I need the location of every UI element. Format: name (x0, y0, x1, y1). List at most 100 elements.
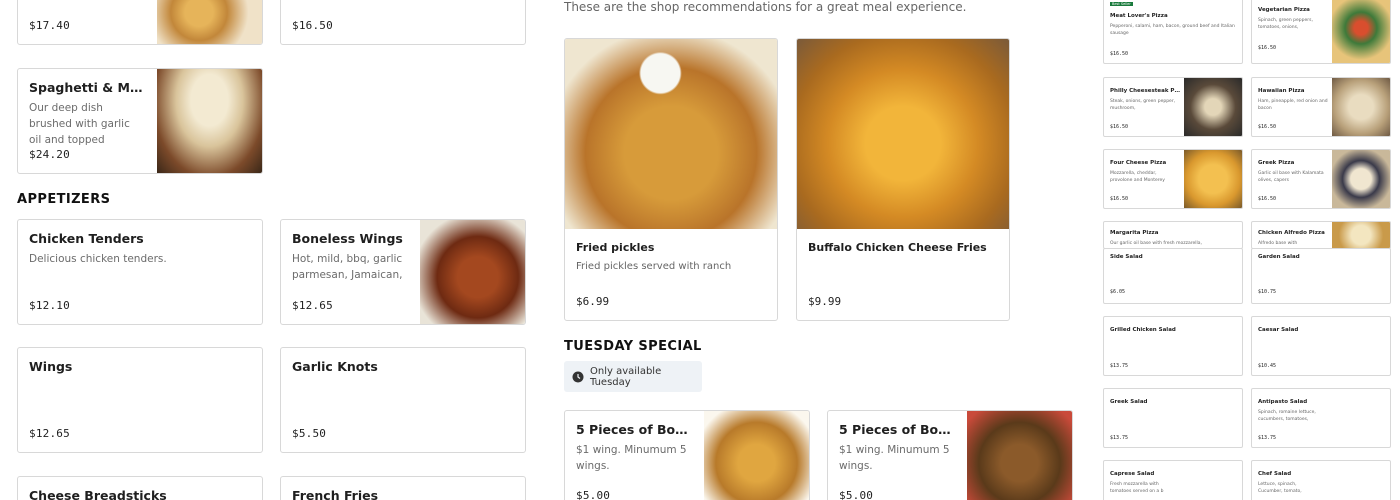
item-description: Mozzarella, cheddar, provolone and Monte… (1110, 171, 1165, 183)
item-title: Fried pickles (576, 241, 655, 254)
item-description: Our deep dish brushed with garlic oil an… (29, 102, 130, 146)
item-title: Grilled Chicken Salad (1110, 327, 1176, 333)
mini-item-card[interactable]: Caprese Salad Fresh mozzarella with toma… (1103, 460, 1243, 500)
menu-item-card[interactable]: Chicken Tenders Delicious chicken tender… (17, 219, 263, 325)
item-image (1332, 222, 1390, 248)
mini-item-card[interactable]: Caesar Salad $10.45 (1251, 316, 1391, 376)
item-image (1332, 0, 1390, 63)
item-title: Chicken Alfredo Pizza (1258, 230, 1325, 236)
mini-item-card[interactable]: Greek Salad $13.75 (1103, 388, 1243, 448)
recommendation-card[interactable]: Buffalo Chicken Cheese Fries $9.99 (796, 38, 1010, 321)
item-image (1184, 150, 1242, 208)
item-price: $16.50 (1110, 51, 1129, 57)
recommendation-card[interactable]: Fried pickles Fried pickles served with … (564, 38, 778, 321)
item-price: $17.40 (29, 19, 70, 32)
item-price: $12.65 (292, 299, 333, 312)
item-image (704, 411, 809, 500)
menu-item-card[interactable]: $16.50 (280, 0, 526, 45)
item-title: 5 Pieces of Bone In Wings (839, 422, 954, 437)
item-price: $6.99 (576, 295, 610, 308)
mini-item-card[interactable]: Hawaiian Pizza Ham, pineapple, red onion… (1251, 77, 1391, 137)
menu-item-card[interactable]: Garlic Knots $5.50 (280, 347, 526, 453)
item-description: Spinach, romaine lettuce, cucumbers, tom… (1258, 410, 1316, 422)
item-title: Four Cheese Pizza (1110, 160, 1167, 166)
item-title: Meat Lover's Pizza (1110, 13, 1168, 19)
item-image (1332, 78, 1390, 136)
item-image (967, 411, 1072, 500)
item-image (420, 220, 525, 324)
item-title: Chicken Tenders (29, 231, 144, 246)
item-title: Garlic Knots (292, 359, 378, 374)
menu-item-card[interactable]: $17.40 (17, 0, 263, 45)
mini-item-card[interactable]: Greek Pizza Garlic oil base with Kalamat… (1251, 149, 1391, 209)
clock-icon (572, 371, 584, 383)
best-seller-badge: Best Seller (1110, 2, 1133, 6)
item-price: $12.65 (29, 427, 70, 440)
item-image (1332, 150, 1390, 208)
item-image (157, 0, 262, 44)
item-description: Lettuce, spinach, Cucumber, tomato, (1258, 482, 1302, 494)
item-description: Garlic oil base with Kalamata olives, ca… (1258, 171, 1324, 183)
item-title: Greek Pizza (1258, 160, 1295, 166)
item-title: Side Salad (1110, 254, 1143, 260)
item-description: $1 wing. Minumum 5 wings. (576, 444, 687, 472)
mini-item-card[interactable]: Best Seller Meat Lover's Pizza Pepperoni… (1103, 0, 1243, 64)
item-price: $16.50 (292, 19, 333, 32)
item-description: Fresh mozzarella with tomatoes served on… (1110, 482, 1164, 494)
item-title: Wings (29, 359, 73, 374)
item-title: Spaghetti & Meatballs (29, 80, 144, 95)
item-title: Cheese Breadsticks (29, 488, 167, 500)
item-description: Delicious chicken tenders. (29, 253, 167, 265)
mini-item-card[interactable]: Side Salad $6.05 (1103, 248, 1243, 304)
item-title: Philly Cheesesteak Pizza (1110, 88, 1180, 94)
item-price: $12.10 (29, 299, 70, 312)
mini-item-card[interactable]: Four Cheese Pizza Mozzarella, cheddar, p… (1103, 149, 1243, 209)
item-price: $16.50 (1258, 45, 1277, 51)
availability-text: Only available Tuesday (590, 365, 662, 388)
item-title: Caprese Salad (1110, 471, 1155, 477)
item-price: $16.50 (1110, 196, 1129, 202)
item-price: $13.75 (1110, 363, 1129, 369)
item-title: Garden Salad (1258, 254, 1300, 260)
item-price: $16.50 (1258, 196, 1277, 202)
item-image (157, 69, 262, 173)
item-title: Vegetarian Pizza (1258, 7, 1310, 13)
item-price: $13.75 (1258, 435, 1277, 441)
menu-item-card[interactable]: Boneless Wings Hot, mild, bbq, garlic pa… (280, 219, 526, 325)
item-description: Hot, mild, bbq, garlic parmesan, Jamaica… (292, 253, 403, 281)
item-price: $10.75 (1258, 289, 1277, 295)
special-card[interactable]: 5 Pieces of Bone In Wings $1 wing. Minum… (827, 410, 1073, 500)
item-description: Our garlic oil base with fresh mozzarell… (1110, 241, 1202, 246)
item-image (1184, 78, 1242, 136)
item-image (565, 39, 777, 229)
item-title: Caesar Salad (1258, 327, 1299, 333)
item-price: $24.20 (29, 148, 70, 161)
item-description: Fried pickles served with ranch (576, 261, 732, 272)
mini-item-card[interactable]: Vegetarian Pizza Spinach, green peppers,… (1251, 0, 1391, 64)
special-card[interactable]: 5 Pieces of Boneless Wings $1 wing. Minu… (564, 410, 810, 500)
mini-item-card[interactable]: Margarita Pizza Our garlic oil base with… (1103, 221, 1243, 249)
item-price: $9.99 (808, 295, 842, 308)
availability-badge: Only available Tuesday (564, 361, 702, 392)
menu-item-card[interactable]: French Fries (280, 476, 526, 500)
menu-item-card[interactable]: Cheese Breadsticks (17, 476, 263, 500)
item-price: $5.00 (839, 489, 874, 500)
mini-item-card[interactable]: Grilled Chicken Salad $13.75 (1103, 316, 1243, 376)
item-price: $13.75 (1110, 435, 1129, 441)
menu-item-card[interactable]: Wings $12.65 (17, 347, 263, 453)
item-price: $5.50 (292, 427, 327, 440)
mini-item-card[interactable]: Antipasto Salad Spinach, romaine lettuce… (1251, 388, 1391, 448)
item-title: Antipasto Salad (1258, 399, 1308, 405)
item-description: Pepperoni, salami, ham, bacon, ground be… (1110, 24, 1235, 36)
menu-item-card-spaghetti[interactable]: Spaghetti & Meatballs Our deep dish brus… (17, 68, 263, 174)
mini-item-card[interactable]: Garden Salad $10.75 (1251, 248, 1391, 304)
item-price: $6.05 (1110, 289, 1126, 295)
mini-item-card[interactable]: Chicken Alfredo Pizza Alfredo base with (1251, 221, 1391, 249)
item-price: $16.50 (1258, 124, 1277, 130)
item-description: Steak, onions, green pepper, mushroom, (1110, 99, 1176, 111)
item-description: Ham, pineapple, red onion and bacon (1258, 99, 1328, 111)
item-image (797, 39, 1009, 229)
mini-item-card[interactable]: Philly Cheesesteak Pizza Steak, onions, … (1103, 77, 1243, 137)
item-title: Boneless Wings (292, 231, 403, 246)
mini-item-card[interactable]: Chef Salad Lettuce, spinach, Cucumber, t… (1251, 460, 1391, 500)
